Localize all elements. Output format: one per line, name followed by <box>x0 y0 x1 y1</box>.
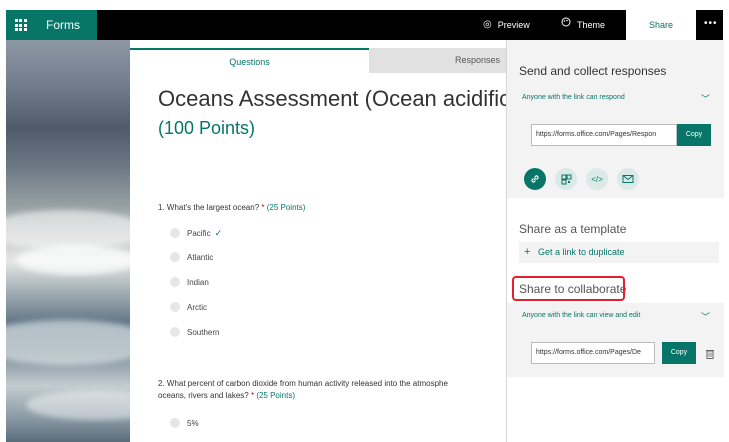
app-name[interactable]: Forms <box>35 10 97 40</box>
form-title[interactable]: Oceans Assessment (Ocean acidificatio <box>158 86 506 112</box>
copy-respond-link-button[interactable]: Copy <box>677 124 711 146</box>
send-title: Send and collect responses <box>519 64 667 78</box>
question-text: 1. What's the largest ocean? <box>158 203 260 212</box>
collab-permission-dropdown[interactable]: Anyone with the link can view and edit ﹀ <box>522 312 718 322</box>
respond-link-field[interactable]: https://forms.office.com/Pages/Respon <box>531 124 677 146</box>
collab-permission-label: Anyone with the link can view and edit <box>522 312 641 319</box>
option-label: Atlantic <box>187 252 214 262</box>
theme-button[interactable]: Theme <box>561 10 605 40</box>
share-method-icons: </> <box>524 168 648 190</box>
question-points: (25 Points) <box>256 391 295 400</box>
tab-questions[interactable]: Questions <box>130 48 369 73</box>
link-icon[interactable] <box>524 168 546 190</box>
radio-button[interactable] <box>170 228 180 238</box>
required-marker: * <box>261 203 265 212</box>
question-text-continued: oceans, rivers and lakes? <box>158 391 249 400</box>
theme-background-image <box>6 40 130 442</box>
qr-code-icon[interactable] <box>555 168 577 190</box>
get-duplicate-link-button[interactable]: + Get a link to duplicate <box>519 242 719 263</box>
radio-button[interactable] <box>170 418 180 428</box>
option-label: Indian <box>187 277 209 287</box>
checkmark-icon: ✓ <box>214 227 223 238</box>
radio-button[interactable] <box>170 327 180 337</box>
question-text: 2. What percent of carbon dioxide from h… <box>158 379 448 388</box>
form-panel: Questions Responses Oceans Assessment (O… <box>130 40 506 442</box>
option-indian[interactable]: Indian <box>170 276 209 288</box>
trash-icon[interactable] <box>706 349 714 361</box>
option-pacific[interactable]: Pacific ✓ <box>170 227 222 239</box>
required-marker: * <box>250 391 255 400</box>
option-label: Pacific <box>187 228 211 238</box>
waffle-icon <box>14 19 27 31</box>
email-icon[interactable] <box>617 168 639 190</box>
preview-button[interactable]: ◎ Preview <box>483 10 530 40</box>
share-button[interactable]: Share <box>626 10 696 40</box>
chevron-down-icon: ﹀ <box>700 312 710 322</box>
share-panel: Send and collect responses Anyone with t… <box>506 40 724 442</box>
respond-permission-dropdown[interactable]: Anyone with the link can respond ﹀ <box>522 94 718 104</box>
tab-responses[interactable]: Responses <box>369 48 506 73</box>
question-2[interactable]: 2. What percent of carbon dioxide from h… <box>158 378 448 402</box>
option-southern[interactable]: Southern <box>170 326 219 338</box>
collab-link-field[interactable]: https://forms.office.com/Pages/De <box>531 342 655 364</box>
chevron-down-icon: ﹀ <box>700 94 710 104</box>
palette-icon <box>561 10 571 40</box>
more-options-button[interactable]: ••• <box>704 10 723 40</box>
form-tabs: Questions Responses <box>130 48 506 73</box>
radio-button[interactable] <box>170 302 180 312</box>
question-1[interactable]: 1. What's the largest ocean? * (25 Point… <box>158 202 305 214</box>
option-atlantic[interactable]: Atlantic <box>170 251 213 263</box>
template-title: Share as a template <box>519 222 627 236</box>
duplicate-label: Get a link to duplicate <box>537 247 625 257</box>
highlight-box <box>512 276 625 301</box>
embed-icon[interactable]: </> <box>586 168 608 190</box>
option-arctic[interactable]: Arctic <box>170 301 207 313</box>
question-points: (25 Points) <box>266 203 306 212</box>
app-launcher-button[interactable] <box>6 10 35 40</box>
plus-icon: + <box>524 246 531 258</box>
eye-icon: ◎ <box>483 19 492 30</box>
option-label: 5% <box>187 418 199 428</box>
option-label: Arctic <box>187 302 207 312</box>
top-bar: Forms ◎ Preview Theme Share ••• <box>6 10 723 40</box>
respond-permission-label: Anyone with the link can respond <box>522 94 625 101</box>
option-label: Southern <box>187 327 220 337</box>
radio-button[interactable] <box>170 252 180 262</box>
theme-label: Theme <box>577 20 606 30</box>
preview-label: Preview <box>497 20 530 30</box>
radio-button[interactable] <box>170 277 180 287</box>
copy-collab-link-button[interactable]: Copy <box>662 342 696 364</box>
option-5-percent[interactable]: 5% <box>170 417 199 429</box>
form-points: (100 Points) <box>158 118 256 138</box>
